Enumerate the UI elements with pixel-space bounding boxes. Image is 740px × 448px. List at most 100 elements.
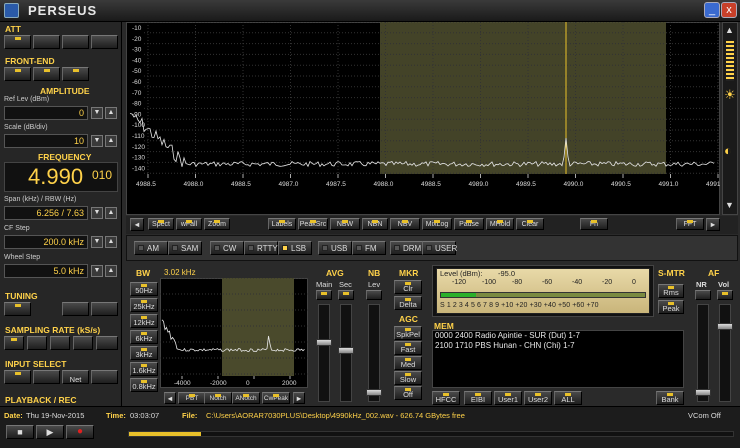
avg-sec-slider[interactable]	[338, 304, 354, 402]
mem-bank-button[interactable]: Bank	[656, 391, 684, 405]
toolbar-button-nbn[interactable]: NBN	[362, 218, 388, 230]
toolbar-button-fn[interactable]: Fn	[580, 218, 608, 230]
span-down-button[interactable]: ▼	[91, 207, 103, 219]
stop-button[interactable]: ■	[6, 425, 34, 439]
agc-slow-button[interactable]: Slow	[394, 371, 422, 385]
scale-up-button[interactable]: ▲	[105, 135, 117, 147]
spectrum-svg[interactable]: -10-20-30-40-50-60-70-80-90-100-110-120-…	[126, 22, 720, 215]
sampling-button-4[interactable]	[73, 336, 93, 350]
bw-option-5[interactable]: 1.6kHz	[130, 362, 158, 376]
demod-user-button[interactable]: USER	[422, 241, 457, 255]
toolbar-left-arrow[interactable]: ◄	[130, 218, 144, 231]
nb-knob[interactable]	[366, 389, 382, 396]
toolbar-button-labels[interactable]: Labels	[268, 218, 296, 230]
ref-level-up-button[interactable]: ▲	[105, 107, 117, 119]
bw-button-notch[interactable]: Notch	[204, 392, 232, 404]
mem-line-1[interactable]: 0000 2400 Radio Apintie - SUR (Dut) 1-7	[435, 331, 580, 340]
bw-option-1[interactable]: 25kHz	[130, 298, 158, 312]
avg-main-slider[interactable]	[316, 304, 332, 402]
input-button-2[interactable]	[33, 370, 60, 384]
vol-slider[interactable]	[717, 304, 733, 402]
att-30-button[interactable]	[91, 35, 118, 49]
toolbar-button-zoom[interactable]: Zoom	[204, 218, 230, 230]
demod-lsb-button[interactable]: LSB	[278, 241, 312, 255]
nb-button[interactable]	[366, 290, 382, 300]
mem-eibi-button[interactable]: EIBI	[464, 391, 492, 405]
bw-option-6[interactable]: 0.8kHz	[130, 378, 158, 392]
avg-main-button[interactable]	[316, 290, 332, 300]
vol-button[interactable]	[717, 290, 733, 300]
mem-hfcc-button[interactable]: HFCC	[432, 391, 460, 405]
bw-option-3[interactable]: 6kHz	[130, 330, 158, 344]
mem-user2-button[interactable]: User2	[524, 391, 552, 405]
nb-slider[interactable]	[366, 304, 382, 402]
front-end-button-3[interactable]	[62, 67, 89, 81]
scroll-down-icon[interactable]: ▼	[725, 200, 734, 210]
sun-icon[interactable]: ☀	[724, 87, 736, 103]
att-20-button[interactable]	[62, 35, 89, 49]
cf-step-down-button[interactable]: ▼	[91, 236, 103, 248]
tuning-button-2[interactable]	[62, 302, 89, 316]
demod-drm-button[interactable]: DRM	[390, 241, 424, 255]
spectrum-scrollbar[interactable]: ▲ ☀ ◐ ▼	[722, 22, 738, 215]
cf-step-field[interactable]: 200.0 kHz	[4, 235, 88, 249]
toolbar-button-nbv[interactable]: NBV	[390, 218, 420, 230]
mem-line-2[interactable]: 2100 1710 PBS Hunan - CHN (Chi) 1-7	[435, 341, 575, 350]
audio-spectrum-svg[interactable]: -4000 -2000 0 2000	[160, 278, 308, 388]
demod-sam-button[interactable]: SAM	[168, 241, 202, 255]
minimize-button[interactable]: _	[704, 2, 720, 18]
playback-progress[interactable]	[128, 431, 734, 437]
bw-button-pbt[interactable]: PBT	[178, 392, 206, 404]
demod-cw-button[interactable]: CW	[210, 241, 244, 255]
avg-main-knob[interactable]	[316, 339, 332, 346]
toolbar-button-nbw[interactable]: NBW	[330, 218, 360, 230]
demod-am-button[interactable]: AM	[134, 241, 168, 255]
avg-sec-button[interactable]	[338, 290, 354, 300]
nr-knob[interactable]	[695, 389, 711, 396]
sampling-button-2[interactable]	[27, 336, 47, 350]
agc-spkpel-button[interactable]: SpkPel	[394, 326, 422, 340]
agc-med-button[interactable]: Med	[394, 356, 422, 370]
span-up-button[interactable]: ▲	[105, 207, 117, 219]
play-button[interactable]: ▶	[36, 425, 64, 439]
agc-fast-button[interactable]: Fast	[394, 341, 422, 355]
sampling-button-5[interactable]	[96, 336, 118, 350]
avg-sec-knob[interactable]	[338, 347, 354, 354]
ref-level-down-button[interactable]: ▼	[91, 107, 103, 119]
tuning-button-1[interactable]	[4, 302, 31, 316]
front-end-button-1[interactable]	[4, 67, 31, 81]
bw-option-0[interactable]: 50Hz	[130, 282, 158, 296]
bw-option-2[interactable]: 12kHz	[130, 314, 158, 328]
contrast-icon[interactable]: ◐	[724, 143, 732, 158]
scroll-up-icon[interactable]: ▲	[725, 25, 734, 35]
bw-button-anotch[interactable]: ANotch	[232, 392, 260, 404]
toolbar-button-mhold[interactable]: MHold	[486, 218, 514, 230]
wheel-step-down-button[interactable]: ▼	[91, 265, 103, 277]
input-button-1[interactable]	[4, 370, 31, 384]
toolbar-button-mixlog[interactable]: MixLog	[422, 218, 452, 230]
mkr-clr-button[interactable]: Clr	[394, 280, 422, 294]
toolbar-button-fft[interactable]: FFT	[676, 218, 704, 230]
vol-knob[interactable]	[717, 323, 733, 330]
nr-button[interactable]	[695, 290, 711, 300]
span-field[interactable]: 6.256 / 7.63	[4, 206, 88, 220]
record-button[interactable]: ●	[66, 425, 94, 439]
input-button-4[interactable]	[91, 370, 118, 384]
scroll-thumb[interactable]	[726, 41, 734, 81]
input-net-button[interactable]: Net	[62, 370, 89, 384]
att-10-button[interactable]	[33, 35, 60, 49]
toolbar-button-pause[interactable]: Pause	[454, 218, 484, 230]
mem-all-button[interactable]: ALL	[554, 391, 582, 405]
nr-slider[interactable]	[695, 304, 711, 402]
agc-off-button[interactable]: Off	[394, 386, 422, 400]
mkr-delta-button[interactable]: Delta	[394, 296, 422, 310]
close-button[interactable]: x	[721, 2, 737, 18]
front-end-button-2[interactable]	[33, 67, 60, 81]
toolbar-button-peaksrc[interactable]: PeakSrc	[298, 218, 328, 230]
demod-fm-button[interactable]: FM	[352, 241, 386, 255]
demod-rtty-button[interactable]: RTTY	[244, 241, 278, 255]
toolbar-right-arrow[interactable]: ►	[706, 218, 720, 231]
scale-down-button[interactable]: ▼	[91, 135, 103, 147]
toolbar-button-wfall[interactable]: wFall	[176, 218, 202, 230]
cf-step-up-button[interactable]: ▲	[105, 236, 117, 248]
